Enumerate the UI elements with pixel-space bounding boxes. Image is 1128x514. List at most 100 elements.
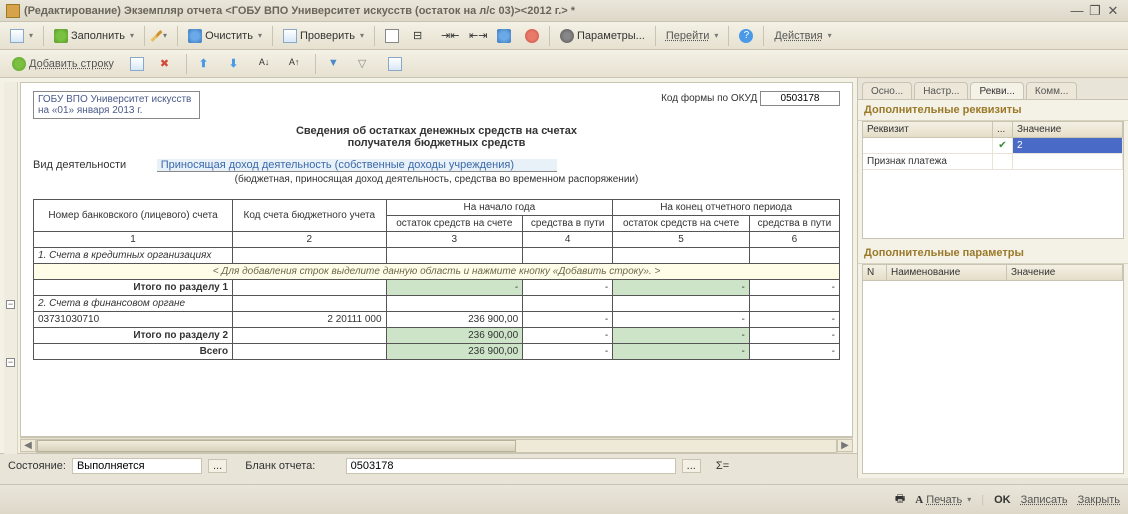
sub-toolbar: Добавить строку ✖ ⬆ ⬇ A↓ A↑ ▼ ▽ [0, 50, 1128, 78]
state-field[interactable] [72, 458, 202, 474]
fill-button[interactable]: Заполнить [48, 25, 140, 47]
tab-nastr[interactable]: Настр... [914, 82, 968, 99]
print-output-button[interactable]: 🖶 [895, 490, 905, 509]
th-account: Номер банковского (лицевого) счета [34, 200, 233, 232]
doc-icon [10, 29, 24, 43]
tool-btn-4[interactable]: ⇤⇥ [463, 25, 489, 47]
main-toolbar: Заполнить Очистить Проверить ⊟ ⇥⇤ ⇤⇥ Пар… [0, 22, 1128, 50]
check-button[interactable]: Проверить [277, 25, 370, 47]
th-code: Код счета бюджетного учета [233, 200, 386, 232]
blank-label: Бланк отчета: [245, 460, 315, 472]
gear-icon [560, 29, 574, 43]
scroll-left-button[interactable]: ◀ [20, 439, 36, 452]
tool-btn-3[interactable]: ⇥⇤ [435, 25, 461, 47]
settings-button[interactable] [382, 53, 408, 75]
total-2-row: Итого по разделу 2 236 900,00--- [34, 328, 840, 344]
add-row-button[interactable]: Добавить строку [6, 53, 120, 75]
col-name[interactable]: Наименование [887, 265, 1007, 280]
section-1-row[interactable]: 1. Счета в кредитных организациях [34, 248, 840, 264]
report-document[interactable]: ГОБУ ВПО Университет искусств на «01» ян… [20, 82, 853, 437]
section-2-row[interactable]: 2. Счета в финансовом органе [34, 296, 840, 312]
tool-btn-1[interactable] [379, 25, 405, 47]
prop-row-1[interactable]: Код финансового деят... ✔ 2 [863, 138, 1123, 154]
tool-btn-6[interactable] [519, 25, 545, 47]
col-n[interactable]: N [863, 265, 887, 280]
goto-button[interactable]: Перейти [660, 25, 725, 47]
tab-rekvi[interactable]: Рекви... [970, 82, 1023, 99]
grid-icon [385, 29, 399, 43]
arrow-up-icon: ⬆ [199, 57, 213, 71]
extra-params-grid[interactable]: N Наименование Значение [862, 264, 1124, 474]
copy-icon [130, 57, 144, 71]
filter-clear-button[interactable]: ▽ [352, 53, 378, 75]
delete-row-button[interactable]: ✖ [154, 53, 180, 75]
scroll-thumb[interactable] [37, 440, 516, 452]
collapse-toggle-1[interactable]: − [6, 300, 15, 309]
col-check[interactable]: ... [993, 122, 1013, 137]
tool-btn-5[interactable] [491, 25, 517, 47]
scroll-right-button[interactable]: ▶ [837, 439, 853, 452]
extra-props-grid[interactable]: Реквизит ... Значение Код финансового де… [862, 121, 1124, 239]
col-val2[interactable]: Значение [1007, 265, 1123, 280]
total-1-row: Итого по разделу 1 ---- [34, 280, 840, 296]
actions-button[interactable]: Действия [768, 25, 837, 47]
pencil-button[interactable] [149, 25, 173, 47]
extra-params-title: Дополнительные параметры [858, 243, 1128, 264]
maximize-button[interactable]: ❐ [1086, 3, 1104, 19]
state-picker[interactable]: ... [208, 459, 227, 473]
outline-gutter: − − [4, 82, 18, 454]
add-row-hint[interactable]: < Для добавления строк выделите данную о… [34, 264, 840, 280]
row-up-button[interactable]: ⬆ [193, 53, 219, 75]
window-titlebar: (Редактирование) Экземпляр отчета <ГОБУ … [0, 0, 1128, 22]
row-down-button[interactable]: ⬇ [223, 53, 249, 75]
blank-field[interactable] [346, 458, 676, 474]
close-button[interactable]: Закрыть [1078, 494, 1120, 506]
th-end: На конец отчетного периода [613, 200, 840, 216]
ok-button[interactable]: OK [994, 494, 1011, 506]
extra-props-title: Дополнительные реквизиты [858, 100, 1128, 121]
activity-note: (бюджетная, приносящая доход деятельност… [33, 174, 840, 185]
sort-asc-icon: A↓ [259, 57, 273, 71]
help-button[interactable] [733, 25, 759, 47]
report-title: Сведения об остатках денежных средств на… [33, 125, 840, 149]
col-requisite[interactable]: Реквизит [863, 122, 993, 137]
status-bar: Состояние: ... Бланк отчета: ... Σ= [0, 453, 857, 478]
collapse-toggle-2[interactable]: − [6, 358, 15, 367]
copy-row-button[interactable] [124, 53, 150, 75]
help-icon [739, 29, 753, 43]
state-label: Состояние: [8, 460, 66, 472]
sort-desc-button[interactable]: A↑ [283, 53, 309, 75]
okud-field[interactable] [760, 91, 840, 106]
save-button[interactable]: Записать [1021, 494, 1068, 506]
close-window-button[interactable]: ✕ [1104, 3, 1122, 19]
delete-icon: ✖ [160, 57, 174, 71]
eraser-icon [188, 29, 202, 43]
toolbar-menu-1[interactable] [4, 25, 39, 47]
wrench-icon [388, 57, 402, 71]
params-button[interactable]: Параметры... [554, 25, 651, 47]
data-row-1[interactable]: 03731030710 2 20111 000 236 900,00 - - - [34, 312, 840, 328]
window-title: (Редактирование) Экземпляр отчета <ГОБУ … [24, 5, 1068, 17]
org-box: ГОБУ ВПО Университет искусств на «01» ян… [33, 91, 200, 119]
print-button[interactable]: AПечать [915, 494, 971, 506]
blank-picker[interactable]: ... [682, 459, 701, 473]
tab-komm[interactable]: Комм... [1026, 82, 1077, 99]
minimize-button[interactable]: — [1068, 3, 1086, 18]
clear-button[interactable]: Очистить [182, 25, 268, 47]
arrow-down-icon: ⬇ [229, 57, 243, 71]
prop-row-2[interactable]: Признак платежа [863, 154, 1123, 170]
sigma-label: Σ= [716, 460, 729, 472]
horizontal-scrollbar[interactable]: ◀ ▶ [20, 437, 853, 453]
expand-h-icon: ⇤⇥ [469, 29, 483, 43]
arrows-icon [497, 29, 511, 43]
activity-label: Вид деятельности [33, 159, 126, 171]
tool-btn-2[interactable]: ⊟ [407, 25, 433, 47]
filter-button[interactable]: ▼ [322, 53, 348, 75]
activity-value[interactable]: Приносящая доход деятельность (собственн… [157, 159, 557, 172]
report-table[interactable]: Номер банковского (лицевого) счета Код с… [33, 199, 840, 360]
tab-osno[interactable]: Осно... [862, 82, 912, 99]
sort-asc-button[interactable]: A↓ [253, 53, 279, 75]
sort-desc-icon: A↑ [289, 57, 303, 71]
col-value[interactable]: Значение [1013, 122, 1123, 137]
funnel-icon: ▼ [328, 57, 342, 71]
